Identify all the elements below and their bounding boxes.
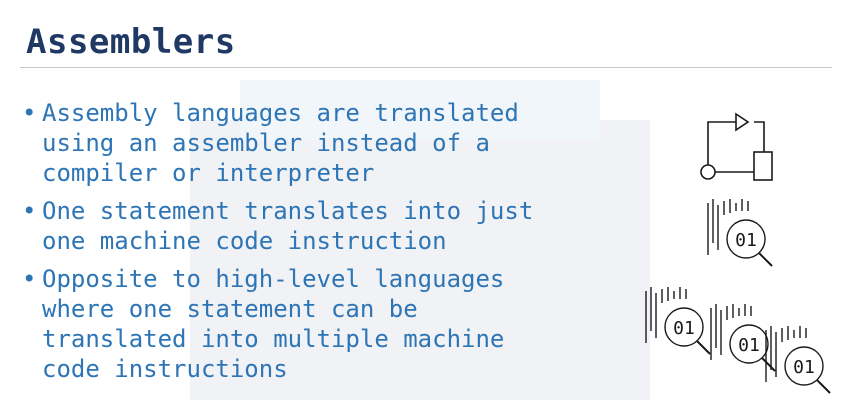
bullet-item: • Opposite to high-level languages where… (22, 264, 622, 384)
binary-search-icon: 01 (707, 199, 773, 267)
bullet-marker: • (22, 265, 37, 293)
bullet-marker: • (22, 197, 37, 225)
illustration-group: 01 01 01 01 (630, 100, 850, 410)
bullet-list: • Assembly languages are translated usin… (22, 98, 622, 392)
bullet-text: Assembly languages are translated using … (42, 99, 519, 187)
binary-search-icon: 01 (765, 326, 831, 394)
bullet-text: Opposite to high-level languages where o… (42, 265, 505, 383)
bullet-item: • One statement translates into just one… (22, 196, 622, 256)
bullet-text: One statement translates into just one m… (42, 197, 534, 255)
bullet-item: • Assembly languages are translated usin… (22, 98, 622, 188)
bullet-marker: • (22, 99, 37, 127)
binary-label: 01 (673, 318, 695, 339)
flowchart-icon (700, 112, 773, 181)
binary-label: 01 (735, 230, 757, 251)
title-divider (20, 67, 832, 68)
binary-label: 01 (738, 335, 760, 356)
binary-label: 01 (793, 357, 815, 378)
slide-title: Assemblers (26, 22, 236, 62)
